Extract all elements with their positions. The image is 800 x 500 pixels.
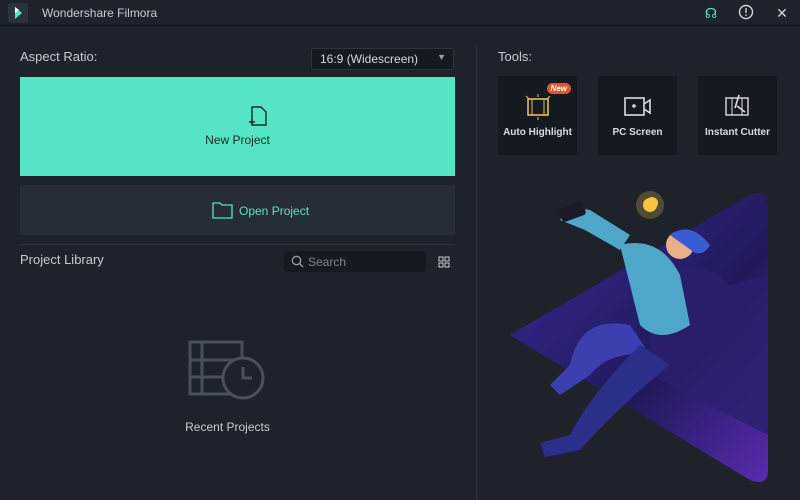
filmora-logo [8,3,28,23]
new-project-label: New Project [205,133,270,147]
search-input[interactable]: Search [284,251,426,272]
new-file-icon [249,106,267,126]
panel-divider [476,46,477,500]
tool-auto-highlight[interactable]: New Auto Highlight [498,76,577,155]
info-icon[interactable] [737,4,755,22]
search-icon [291,255,304,268]
aspect-ratio-value: 16:9 (Widescreen) [320,52,419,66]
screen-record-icon [624,97,651,116]
recent-projects-icon [188,340,265,400]
open-project-button[interactable]: Open Project [20,185,455,235]
new-badge: New [546,83,571,94]
search-placeholder: Search [308,255,347,269]
instant-cutter-icon [725,94,749,116]
tool-label: Auto Highlight [503,127,572,138]
grid-view-icon[interactable] [438,256,450,268]
divider [20,244,455,245]
app-title: Wondershare Filmora [42,6,158,20]
new-project-button[interactable]: New Project [20,77,455,176]
welcome-illustration [510,191,768,483]
tool-label: Instant Cutter [705,127,770,138]
aspect-ratio-select[interactable]: 16:9 (Widescreen) ▼ [311,48,454,70]
folder-icon [212,202,233,219]
recent-projects-label: Recent Projects [185,420,270,434]
auto-highlight-icon [525,94,551,120]
chevron-down-icon: ▼ [437,52,446,62]
aspect-ratio-label: Aspect Ratio: [20,49,98,64]
tool-pc-screen[interactable]: PC Screen [598,76,677,155]
title-bar: Wondershare Filmora ☊ ✕ [0,0,800,26]
project-library-label: Project Library [20,252,104,267]
close-icon[interactable]: ✕ [773,4,791,22]
tool-label: PC Screen [612,127,663,138]
tool-instant-cutter[interactable]: Instant Cutter [698,76,777,155]
support-headset-icon[interactable]: ☊ [702,4,720,22]
open-project-label: Open Project [239,204,310,218]
tools-label: Tools: [498,49,532,64]
